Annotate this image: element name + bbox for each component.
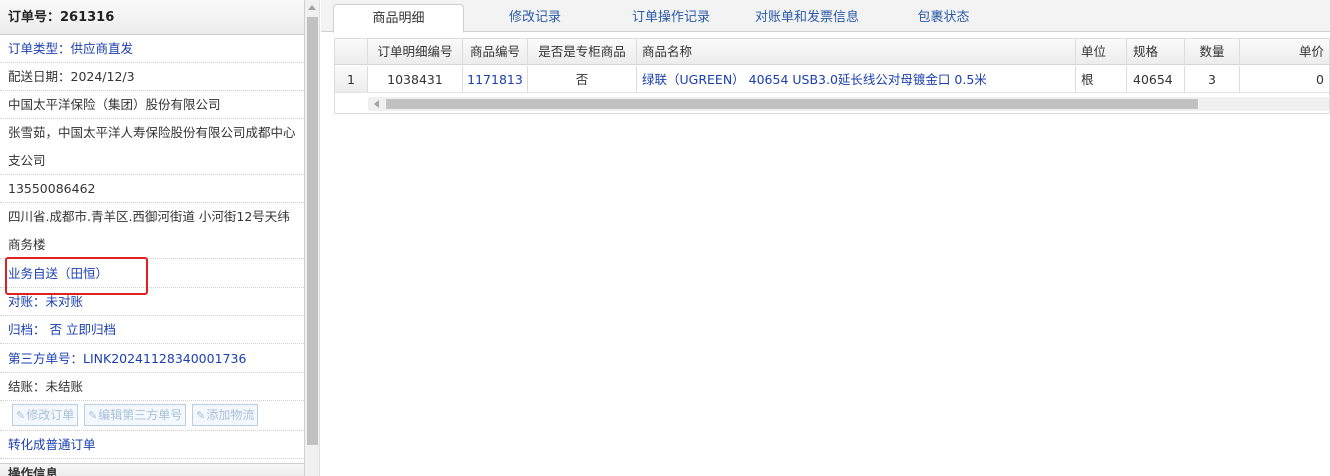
- header-unit[interactable]: 单位: [1076, 39, 1127, 64]
- edit-icon: ✎: [88, 409, 98, 422]
- edit-icon: ✎: [196, 409, 206, 422]
- order-info-panel: 订单号：261316 订单类型：供应商直发 配送日期：2024/12/3 中国太…: [0, 0, 305, 476]
- header-exclusive[interactable]: 是否是专柜商品: [528, 39, 637, 64]
- convert-to-normal-order-link[interactable]: 转化成普通订单: [0, 431, 304, 459]
- detail-id-cell: 1038431: [368, 66, 463, 92]
- product-code-link[interactable]: 1171813: [463, 66, 528, 92]
- row-number: 1: [335, 66, 368, 92]
- operation-info-header: 操作信息: [0, 463, 304, 476]
- tab-modification-log[interactable]: 修改记录: [476, 4, 594, 32]
- header-product-code[interactable]: 商品编号: [463, 39, 528, 64]
- delivery-mode: 业务自送（田恒）: [0, 259, 304, 288]
- unit-price-cell: 0: [1316, 72, 1324, 87]
- spec-cell: 40654: [1127, 66, 1185, 92]
- header-unit-price[interactable]: 单价: [1240, 39, 1329, 64]
- tab-statement-invoice[interactable]: 对账单和发票信息: [741, 4, 873, 32]
- header-quantity[interactable]: 数量: [1185, 39, 1240, 64]
- header-rownum: [335, 39, 368, 64]
- header-spec[interactable]: 规格: [1127, 39, 1185, 64]
- tab-package-status[interactable]: 包裹状态: [891, 4, 996, 32]
- edit-order-button[interactable]: ✎修改订单: [12, 404, 79, 426]
- phone-number: 13550086462: [0, 175, 304, 203]
- exclusive-cell: 否: [528, 66, 637, 92]
- add-logistics-button[interactable]: ✎添加物流: [192, 404, 259, 426]
- tab-bar: 商品明细 修改记录 订单操作记录 对账单和发票信息 包裹状态: [321, 0, 1330, 33]
- grid-header: 订单明细编号 商品编号 是否是专柜商品 商品名称 单位 规格 数量 单价: [335, 39, 1329, 65]
- product-grid: 订单明细编号 商品编号 是否是专柜商品 商品名称 单位 规格 数量 单价 1 1…: [334, 38, 1330, 114]
- settlement-status: 结账：未结账: [0, 373, 304, 401]
- edit-third-party-button[interactable]: ✎编辑第三方单号: [84, 404, 187, 426]
- header-detail-id[interactable]: 订单明细编号: [368, 39, 463, 64]
- header-product-name[interactable]: 商品名称: [637, 39, 1076, 64]
- scroll-left-arrow-icon[interactable]: [374, 100, 379, 108]
- left-panel-scrollbar[interactable]: [305, 0, 320, 476]
- table-row[interactable]: 1 1038431 1171813 否 绿联（UGREEN） 40654 USB…: [335, 66, 1329, 93]
- archive-status[interactable]: 归档： 否 立即归档: [0, 316, 304, 344]
- horizontal-scrollbar-thumb[interactable]: [386, 99, 1198, 109]
- tab-order-operation-log[interactable]: 订单操作记录: [608, 4, 734, 32]
- delivery-date: 配送日期：2024/12/3: [0, 63, 304, 91]
- scroll-up-arrow-icon[interactable]: [308, 5, 316, 10]
- order-number-header: 订单号：261316: [0, 0, 304, 35]
- scrollbar-thumb[interactable]: [307, 17, 318, 445]
- edit-icon: ✎: [16, 409, 26, 422]
- product-name-link[interactable]: 绿联（UGREEN） 40654 USB3.0延长线公对母镀金口 0.5米: [637, 66, 1076, 92]
- quantity-cell: 3: [1185, 66, 1240, 92]
- order-type: 订单类型：供应商直发: [0, 35, 304, 63]
- tab-product-details[interactable]: 商品明细: [333, 4, 464, 33]
- detail-area: 商品明细 修改记录 订单操作记录 对账单和发票信息 包裹状态 订单明细编号 商品…: [321, 0, 1330, 476]
- grid-horizontal-scrollbar[interactable]: [368, 97, 1329, 111]
- reconcile-status: 对账：未对账: [0, 288, 304, 316]
- company-name: 中国太平洋保险（集团）股份有限公司: [0, 91, 304, 119]
- contact-info: 张雪茹，中国太平洋人寿保险股份有限公司成都中心支公司: [0, 119, 304, 175]
- unit-cell: 根: [1076, 66, 1127, 92]
- action-buttons: ✎修改订单 ✎编辑第三方单号 ✎添加物流: [0, 401, 304, 431]
- third-party-order-number: 第三方单号：LINK20241128340001736: [0, 344, 304, 373]
- address: 四川省.成都市.青羊区.西御河街道 小河街12号天纬商务楼: [0, 203, 304, 259]
